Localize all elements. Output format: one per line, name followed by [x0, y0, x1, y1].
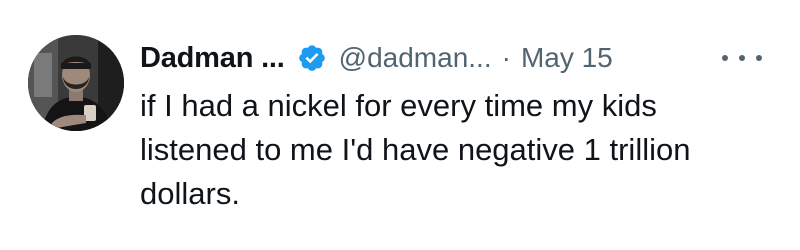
more-dot — [739, 55, 745, 61]
tweet-text: if I had a nickel for every time my kids… — [140, 84, 780, 216]
tweet-card: Dadman ... @dadman... · May 15 if I had … — [0, 0, 800, 250]
tweet-text-line: if I had a nickel for every time my kids — [140, 88, 657, 123]
more-dot — [756, 55, 762, 61]
avatar-photo — [28, 35, 124, 131]
author-display-name[interactable]: Dadman ... — [140, 42, 285, 75]
more-dot — [722, 55, 728, 61]
tweet-date[interactable]: May 15 — [521, 42, 613, 74]
header-separator: · — [501, 42, 511, 73]
more-options-icon[interactable] — [722, 48, 762, 68]
tweet-text-line: listened to me I'd have negative 1 trill… — [140, 132, 691, 167]
tweet-header: Dadman ... @dadman... · May 15 — [140, 38, 613, 78]
verified-badge-icon[interactable] — [297, 43, 327, 73]
verified-check-icon — [298, 45, 325, 71]
author-handle[interactable]: @dadman... — [339, 42, 492, 74]
tweet-text-line: dollars. — [140, 176, 240, 211]
author-avatar[interactable] — [28, 35, 124, 131]
